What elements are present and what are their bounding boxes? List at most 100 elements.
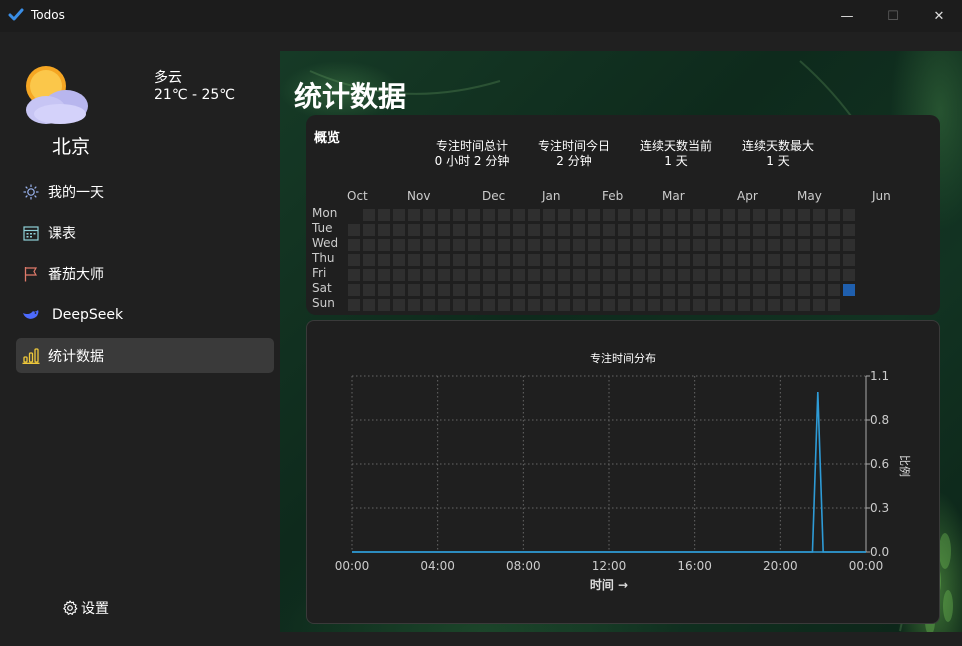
heatmap-cell: [648, 239, 660, 251]
heatmap-cell: [693, 239, 705, 251]
heatmap-cell: [543, 284, 555, 296]
heatmap-cell: [678, 284, 690, 296]
heatmap-cell: [798, 239, 810, 251]
heatmap-cell: [678, 209, 690, 221]
maximize-button[interactable]: ☐: [870, 0, 916, 32]
heatmap-cell: [378, 269, 390, 281]
sidebar: 多云 21℃ - 25℃ 北京 我的一天 课表 番茄大师 DeepSeek 统计…: [0, 32, 280, 646]
heatmap-cell: [813, 254, 825, 266]
heatmap-cell: [393, 209, 405, 221]
heatmap-cell: [663, 269, 675, 281]
month-label: Dec: [482, 189, 506, 203]
x-tick-label: 08:00: [506, 559, 541, 573]
heatmap-cell: [438, 209, 450, 221]
sun-icon: [16, 184, 46, 200]
close-button[interactable]: ✕: [916, 0, 962, 32]
heatmap-cell: [828, 284, 840, 296]
heatmap-cell: [513, 239, 525, 251]
heatmap-cell: [513, 284, 525, 296]
heatmap-cell: [603, 239, 615, 251]
heatmap-cell: [498, 239, 510, 251]
heatmap-cell: [558, 299, 570, 311]
heatmap-cell: [348, 239, 360, 251]
heatmap-cell: [648, 224, 660, 236]
minimize-button[interactable]: —: [824, 0, 870, 32]
heatmap-cell: [408, 254, 420, 266]
heatmap-cell: [378, 209, 390, 221]
heatmap-cell: [393, 299, 405, 311]
nav-item-pomodoro[interactable]: 番茄大师: [16, 256, 274, 291]
heatmap-cell: [483, 224, 495, 236]
heatmap-cell: [753, 254, 765, 266]
nav-item-statistics[interactable]: 统计数据: [16, 338, 274, 373]
x-axis-label: 时间 →: [590, 577, 628, 592]
heatmap-cell: [483, 239, 495, 251]
heatmap-cell: [588, 284, 600, 296]
heatmap-cell: [633, 224, 645, 236]
y-tick-label: 0.8: [870, 413, 889, 427]
heatmap-cell: [408, 284, 420, 296]
whale-icon: [16, 307, 46, 323]
heatmap-cell: [498, 209, 510, 221]
heatmap-cell: [708, 269, 720, 281]
focus-distribution-chart: 专注时间分布 时间 → 比例 00:00 04:00 08:00 12:00 16:00…: [335, 351, 912, 592]
heatmap-cell: [498, 254, 510, 266]
nav-label: 统计数据: [48, 348, 104, 365]
heatmap-cell: [843, 224, 855, 236]
heatmap-cell: [663, 239, 675, 251]
heatmap-cell: [438, 269, 450, 281]
heatmap-cell: [378, 254, 390, 266]
heatmap-cell: [768, 269, 780, 281]
heatmap-cell: [828, 224, 840, 236]
heatmap-cell: [393, 239, 405, 251]
heatmap-cell: [468, 224, 480, 236]
heatmap-cell: [723, 299, 735, 311]
heatmap-cell: [483, 299, 495, 311]
heatmap-cell: [393, 224, 405, 236]
y-tick-label: 0.6: [870, 457, 889, 471]
heatmap-cell: [408, 209, 420, 221]
heatmap-cell: [423, 299, 435, 311]
heatmap-cell: [708, 224, 720, 236]
heatmap-cell: [438, 254, 450, 266]
heatmap-cell: [843, 284, 855, 296]
heatmap-cell: [498, 299, 510, 311]
heatmap-cell: [693, 284, 705, 296]
x-tick-label: 12:00: [592, 559, 627, 573]
heatmap-cell: [513, 224, 525, 236]
heatmap-cell: [678, 254, 690, 266]
heatmap-cell: [828, 269, 840, 281]
heatmap-cell: [618, 254, 630, 266]
heatmap-cell: [393, 284, 405, 296]
heatmap-cell: [663, 224, 675, 236]
stat-value: 1 天: [766, 154, 790, 168]
nav-item-my-day[interactable]: 我的一天: [16, 174, 274, 209]
heatmap-cell: [423, 209, 435, 221]
y-axis-label: 比例: [898, 455, 912, 477]
heatmap-cell: [618, 284, 630, 296]
stat-label: 专注时间今日: [537, 139, 610, 153]
heatmap-cell: [618, 269, 630, 281]
close-icon: ✕: [933, 8, 945, 24]
heatmap-cell: [468, 254, 480, 266]
heatmap-cell: [843, 239, 855, 251]
heatmap-cell: [813, 269, 825, 281]
heatmap-cell: [588, 299, 600, 311]
heatmap-cell: [633, 209, 645, 221]
nav-item-deepseek[interactable]: DeepSeek: [16, 297, 274, 332]
heatmap-cell: [423, 284, 435, 296]
heatmap-cell: [348, 269, 360, 281]
heatmap-cell: [513, 209, 525, 221]
bar-chart-icon: [16, 347, 46, 364]
heatmap-cell: [543, 209, 555, 221]
heatmap-cell: [648, 284, 660, 296]
heatmap-cell: [573, 254, 585, 266]
checkmark-app-icon: [8, 8, 24, 21]
stat-total-focus: 专注时间总计 0 小时 2 分钟: [424, 139, 520, 169]
heatmap-cell: [798, 284, 810, 296]
nav-item-schedule[interactable]: 课表: [16, 215, 274, 250]
heatmap-cell: [723, 239, 735, 251]
settings-button[interactable]: 设置: [62, 598, 109, 618]
heatmap-cell: [723, 254, 735, 266]
heatmap-cell: [693, 209, 705, 221]
